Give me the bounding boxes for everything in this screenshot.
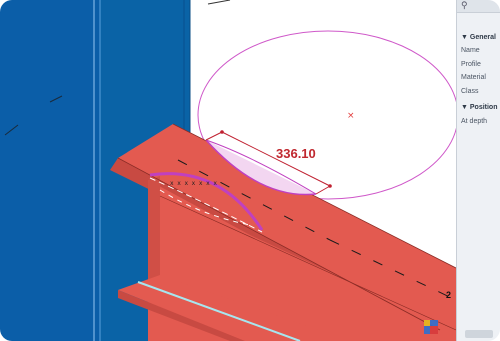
panel-toolbar: ⚲ bbox=[457, 0, 500, 13]
property-profile: Profile bbox=[461, 61, 481, 68]
search-icon[interactable]: ⚲ bbox=[461, 0, 468, 11]
column-plate bbox=[0, 0, 100, 341]
section-position-header[interactable]: ▼ Position bbox=[461, 104, 497, 111]
panel-scrollbar[interactable] bbox=[465, 330, 493, 338]
svg-text:x x x x x x x: x x x x x x x bbox=[170, 180, 217, 187]
property-material: Material bbox=[461, 74, 486, 81]
property-class: Class bbox=[461, 88, 479, 95]
view-cube-icon[interactable] bbox=[424, 320, 438, 334]
svg-text:×: × bbox=[347, 111, 355, 121]
properties-panel: ⚲ ▼ General Name Profile Material Class … bbox=[456, 0, 500, 341]
section-general-header[interactable]: ▼ General bbox=[461, 34, 496, 41]
model-viewport[interactable]: × x x x x x x x 336.10 2 bbox=[0, 0, 459, 341]
axis-label: 2 bbox=[446, 290, 451, 300]
property-name: Name bbox=[461, 47, 480, 54]
dimension-label: 336.10 bbox=[276, 146, 316, 161]
property-at-depth: At depth bbox=[461, 118, 488, 125]
app-window: × x x x x x x x 336.10 2 ⚲ ▼ General Nam… bbox=[0, 0, 500, 341]
viewport-canvas[interactable]: × x x x x x x x 336.10 2 bbox=[0, 0, 459, 341]
